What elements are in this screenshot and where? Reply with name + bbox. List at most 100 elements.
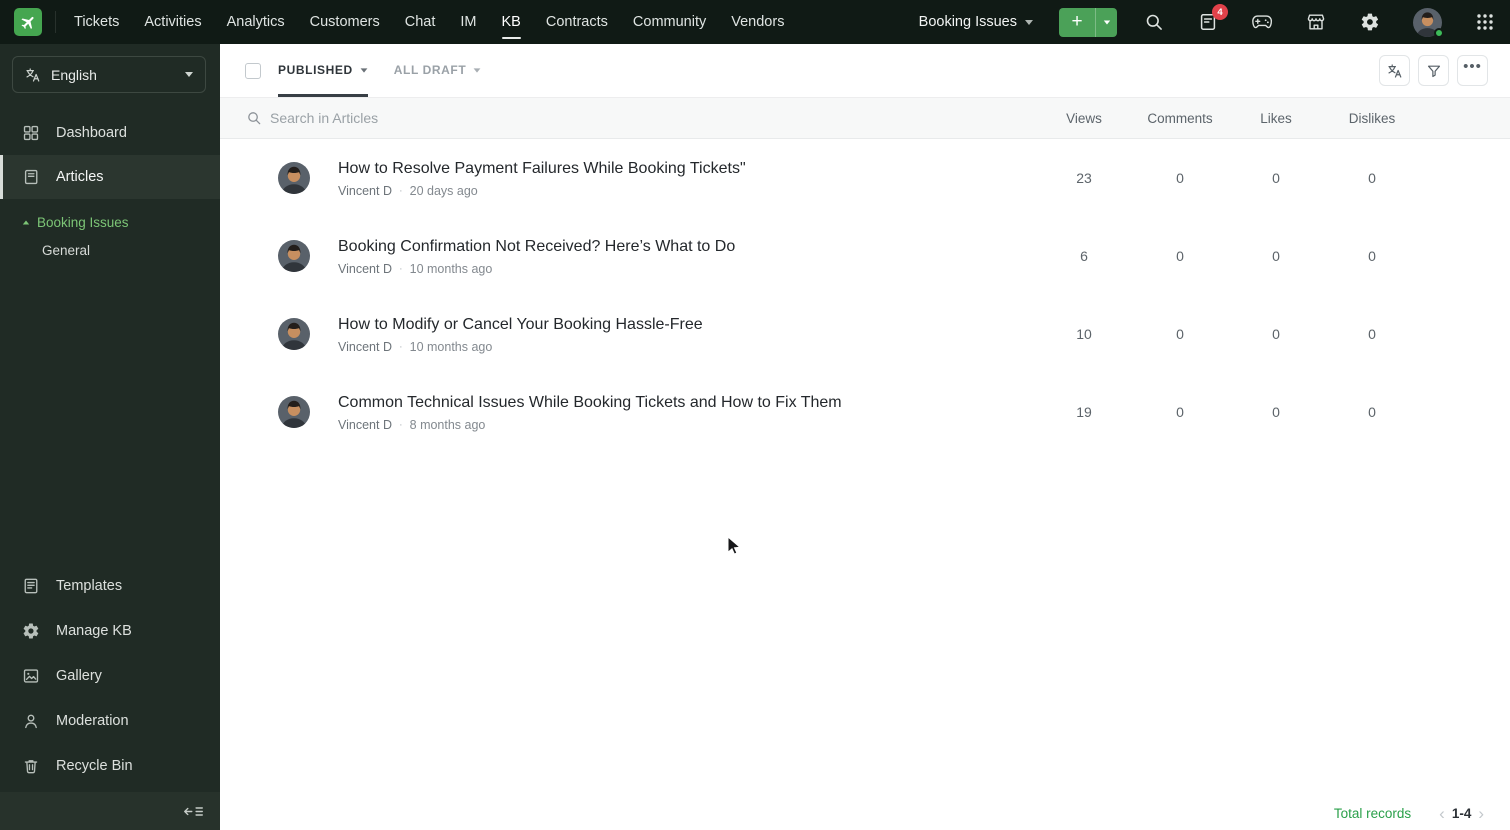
collapse-caret-icon (22, 220, 30, 225)
app-logo[interactable] (14, 8, 42, 36)
views-count: 19 (1076, 404, 1092, 420)
nav-community[interactable]: Community (633, 0, 706, 44)
views-count: 10 (1076, 326, 1092, 342)
comments-count: 0 (1176, 326, 1184, 342)
sidebar-item-dashboard[interactable]: Dashboard (0, 111, 220, 155)
dot-separator: · (398, 419, 403, 431)
select-all-checkbox[interactable] (245, 62, 261, 79)
article-author: Vincent D (338, 418, 392, 432)
category-booking-issues[interactable]: Booking Issues (22, 215, 220, 230)
gamescope-button[interactable] (1251, 11, 1273, 33)
person-icon (22, 712, 40, 730)
add-options-button[interactable] (1096, 7, 1117, 37)
user-avatar[interactable] (1413, 8, 1444, 38)
pagination: ‹ 1-4 › (1439, 805, 1484, 822)
image-icon (22, 667, 40, 685)
list-actions: ••• (1379, 55, 1488, 86)
likes-count: 0 (1272, 404, 1280, 420)
article-title[interactable]: Booking Confirmation Not Received? Here’… (338, 236, 735, 257)
articles-icon (22, 168, 40, 186)
topbar-right-cluster: Booking Issues + 4 (919, 4, 1496, 38)
article-row[interactable]: Common Technical Issues While Booking Ti… (220, 373, 1510, 451)
tab-published[interactable]: PUBLISHED (278, 44, 368, 97)
search-icon (246, 110, 262, 126)
article-text: How to Modify or Cancel Your Booking Has… (338, 314, 703, 354)
sidebar-item-label: Gallery (56, 667, 102, 684)
article-author: Vincent D (338, 262, 392, 276)
sidebar-tools: Templates Manage KB Gallery Moderation R… (0, 563, 220, 788)
list-header: PUBLISHED ALL DRAFT ••• (220, 44, 1510, 97)
language-selector[interactable]: English (12, 56, 206, 93)
article-row[interactable]: How to Modify or Cancel Your Booking Has… (220, 295, 1510, 373)
sidebar-item-label: Dashboard (56, 125, 127, 141)
sidebar-item-label: Moderation (56, 712, 129, 729)
tab-label: PUBLISHED (278, 63, 353, 77)
topbar-icons: 4 (1143, 4, 1496, 38)
tab-all-draft[interactable]: ALL DRAFT (394, 44, 482, 97)
department-label: Booking Issues (918, 14, 1017, 30)
column-likes[interactable]: Likes (1228, 98, 1324, 138)
global-search-button[interactable] (1143, 11, 1165, 33)
chevron-down-icon (1103, 20, 1110, 24)
list-footer: Total records ‹ 1-4 › (220, 796, 1510, 830)
templates-icon (22, 577, 40, 595)
nav-chat[interactable]: Chat (405, 0, 436, 44)
section-general[interactable]: General (42, 243, 220, 258)
collapse-sidebar-icon[interactable] (183, 804, 204, 819)
column-headers: Views Comments Likes Dislikes (1036, 98, 1420, 138)
chevron-right-icon[interactable]: › (1478, 805, 1484, 822)
sidebar-item-manage-kb[interactable]: Manage KB (0, 608, 220, 653)
nav-analytics[interactable]: Analytics (227, 0, 285, 44)
online-status-dot (1434, 27, 1444, 38)
likes-count: 0 (1272, 170, 1280, 186)
article-title[interactable]: How to Modify or Cancel Your Booking Has… (338, 314, 703, 335)
column-dislikes[interactable]: Dislikes (1324, 98, 1420, 138)
chevron-down-icon (360, 67, 368, 73)
article-text: Booking Confirmation Not Received? Here’… (338, 236, 735, 276)
notifications-button[interactable]: 4 (1197, 4, 1228, 33)
search-input[interactable] (270, 110, 690, 126)
sidebar-item-moderation[interactable]: Moderation (0, 698, 220, 743)
nav-contracts[interactable]: Contracts (546, 0, 608, 44)
author-avatar (278, 318, 310, 350)
gear-icon (1360, 12, 1380, 32)
marketplace-button[interactable] (1305, 11, 1327, 33)
nav-customers[interactable]: Customers (310, 0, 380, 44)
nav-vendors[interactable]: Vendors (731, 0, 784, 44)
sidebar-item-articles[interactable]: Articles (0, 155, 220, 199)
status-tabs: PUBLISHED ALL DRAFT (278, 44, 481, 97)
translate-articles-button[interactable] (1379, 55, 1410, 86)
nav-activities[interactable]: Activities (144, 0, 201, 44)
funnel-icon (1426, 63, 1442, 79)
article-row[interactable]: Booking Confirmation Not Received? Here’… (220, 217, 1510, 295)
article-time: 20 days ago (409, 184, 478, 198)
sidebar-item-templates[interactable]: Templates (0, 563, 220, 608)
nav-tickets[interactable]: Tickets (74, 0, 119, 44)
sidebar-item-gallery[interactable]: Gallery (0, 653, 220, 698)
views-count: 23 (1076, 170, 1092, 186)
nav-im[interactable]: IM (460, 0, 476, 44)
article-title[interactable]: Common Technical Issues While Booking Ti… (338, 392, 842, 413)
more-options-button[interactable]: ••• (1457, 55, 1488, 86)
column-comments[interactable]: Comments (1132, 98, 1228, 138)
likes-count: 0 (1272, 326, 1280, 342)
nav-kb[interactable]: KB (501, 0, 522, 44)
column-views[interactable]: Views (1036, 98, 1132, 138)
filter-button[interactable] (1418, 55, 1449, 86)
comments-count: 0 (1176, 170, 1184, 186)
sidebar-item-recycle-bin[interactable]: Recycle Bin (0, 743, 220, 788)
add-button[interactable]: + (1059, 7, 1096, 37)
tab-label: ALL DRAFT (393, 63, 467, 77)
article-row[interactable]: How to Resolve Payment Failures While Bo… (220, 139, 1510, 217)
settings-button[interactable] (1359, 11, 1381, 33)
chevron-left-icon[interactable]: ‹ (1439, 805, 1445, 822)
translate-icon (1387, 63, 1403, 79)
apps-launcher-button[interactable] (1474, 11, 1496, 33)
total-records-link[interactable]: Total records (1334, 806, 1411, 821)
dot-separator: · (398, 341, 403, 353)
ellipsis-icon: ••• (1463, 58, 1482, 75)
search-and-columns-bar: Views Comments Likes Dislikes (220, 97, 1510, 139)
department-selector[interactable]: Booking Issues (919, 14, 1033, 30)
topbar-divider (55, 11, 56, 33)
article-title[interactable]: How to Resolve Payment Failures While Bo… (338, 158, 746, 179)
